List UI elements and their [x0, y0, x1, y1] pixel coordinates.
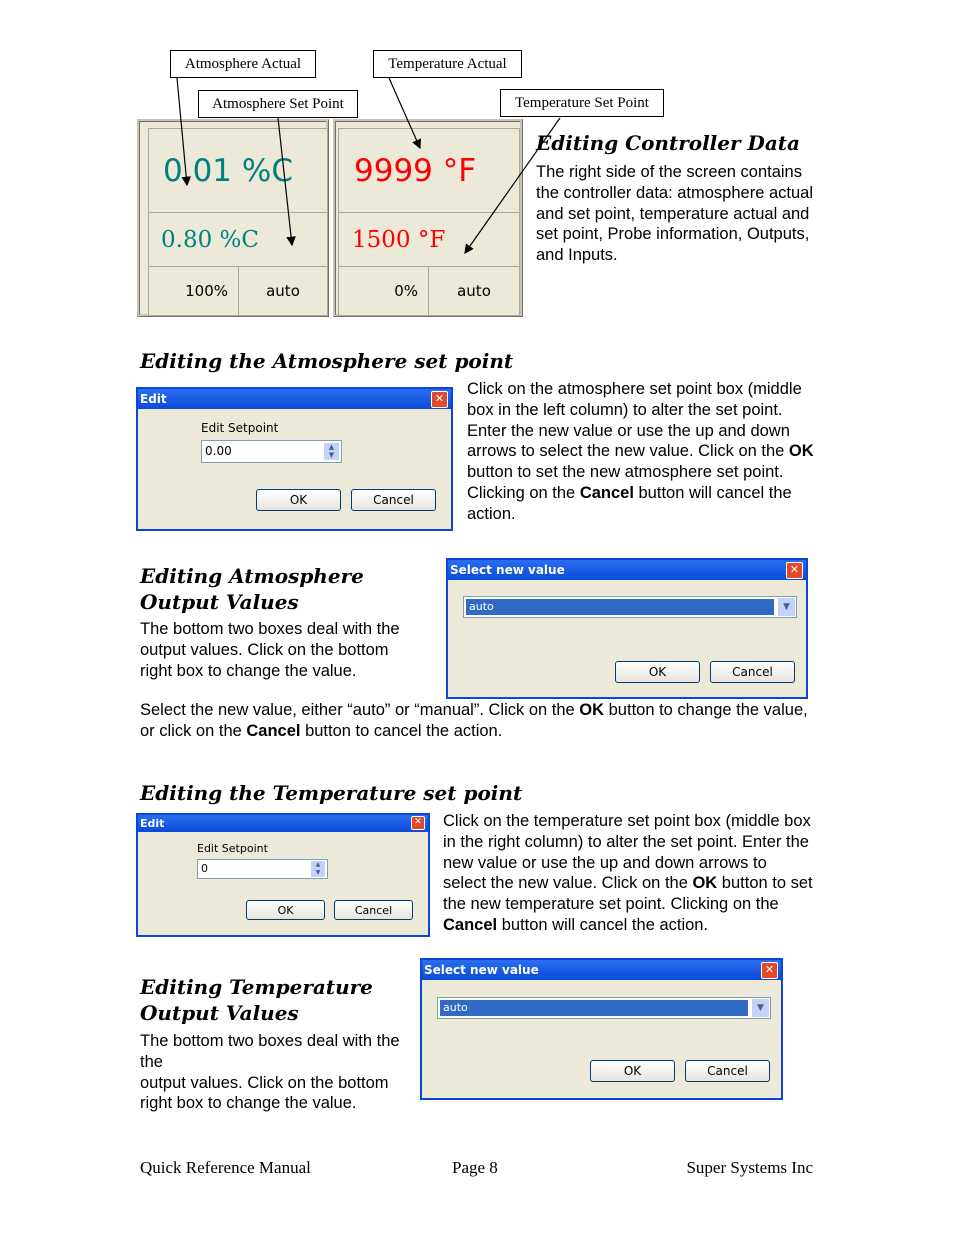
select-value-dialog-atmosphere: Select new value ✕ auto ▼ OK Cancel [446, 558, 808, 699]
footer-page-number: Page 8 [452, 1158, 498, 1177]
selected-value: auto [440, 1000, 748, 1016]
cancel-button[interactable]: Cancel [351, 489, 436, 511]
close-icon[interactable]: ✕ [431, 391, 448, 408]
ok-button[interactable]: OK [246, 900, 325, 920]
ok-button[interactable]: OK [615, 661, 700, 683]
dialog-title: Select new value [450, 563, 565, 577]
paragraph-atmosphere-output: The bottom two boxes deal with the outpu… [140, 620, 400, 680]
footer-right: Super Systems Inc [686, 1158, 813, 1177]
dialog-titlebar: Select new value ✕ [422, 960, 781, 980]
close-icon[interactable]: ✕ [761, 962, 778, 979]
cancel-button[interactable]: Cancel [685, 1060, 770, 1082]
paragraph-temperature-setpoint: Click on the temperature set point box (… [443, 812, 813, 934]
paragraph-controller-data: The right side of the screen contains th… [536, 163, 813, 265]
setpoint-input[interactable]: 0 [197, 859, 328, 879]
dialog-title: Edit [140, 817, 165, 830]
close-icon[interactable]: ✕ [411, 816, 425, 830]
paragraph-select-value: Select the new value, either “auto” or “… [140, 701, 808, 740]
arrow-atmosphere-setpoint [277, 117, 296, 247]
dialog-titlebar: Edit ✕ [138, 815, 428, 832]
arrow-atmosphere-actual [176, 77, 191, 187]
spinner-arrows-icon[interactable]: ▲ ▼ [324, 443, 339, 460]
edit-dialog-atmosphere: Edit ✕ Edit Setpoint 0.00 ▲ ▼ OK Cancel [136, 387, 453, 531]
close-icon[interactable]: ✕ [786, 562, 803, 579]
chevron-down-icon[interactable]: ▼ [778, 598, 795, 616]
select-value-dialog-temperature: Select new value ✕ auto ▼ OK Cancel [420, 958, 783, 1100]
dialog-title: Edit [140, 392, 167, 406]
value-select[interactable]: auto ▼ [463, 596, 797, 618]
ok-button[interactable]: OK [590, 1060, 675, 1082]
spinner-arrows-icon[interactable]: ▲ ▼ [311, 861, 325, 877]
cancel-button[interactable]: Cancel [710, 661, 795, 683]
edit-setpoint-label: Edit Setpoint [197, 842, 268, 855]
cancel-button[interactable]: Cancel [334, 900, 413, 920]
arrow-temperature-actual [388, 77, 421, 150]
heading-temperature-output: Editing Temperature Output Values [140, 975, 373, 1025]
ok-button[interactable]: OK [256, 489, 341, 511]
heading-atmosphere-output: Editing Atmosphere Output Values [140, 564, 364, 614]
paragraph-temperature-output: The bottom two boxes deal with the the o… [140, 1032, 400, 1113]
heading-temperature-setpoint: Editing the Temperature set point [140, 781, 523, 805]
edit-dialog-temperature: Edit ✕ Edit Setpoint 0 ▲ ▼ OK Cancel [136, 813, 430, 937]
dialog-titlebar: Edit ✕ [138, 389, 451, 409]
dialog-titlebar: Select new value ✕ [448, 560, 806, 580]
paragraph-atmosphere-setpoint: Click on the atmosphere set point box (m… [467, 380, 814, 523]
setpoint-input[interactable]: 0.00 [201, 440, 342, 463]
edit-setpoint-label: Edit Setpoint [201, 421, 279, 435]
document-page: 0.01 %C 0.80 %C 100% auto 9999 °F 1500 °… [0, 0, 954, 1235]
dialog-title: Select new value [424, 963, 539, 977]
selected-value: auto [466, 599, 774, 615]
value-select[interactable]: auto ▼ [437, 997, 771, 1019]
heading-atmosphere-setpoint: Editing the Atmosphere set point [140, 349, 514, 373]
chevron-down-icon[interactable]: ▼ [752, 999, 769, 1017]
footer-left: Quick Reference Manual [140, 1158, 311, 1177]
heading-editing-controller-data: Editing Controller Data [536, 131, 800, 155]
